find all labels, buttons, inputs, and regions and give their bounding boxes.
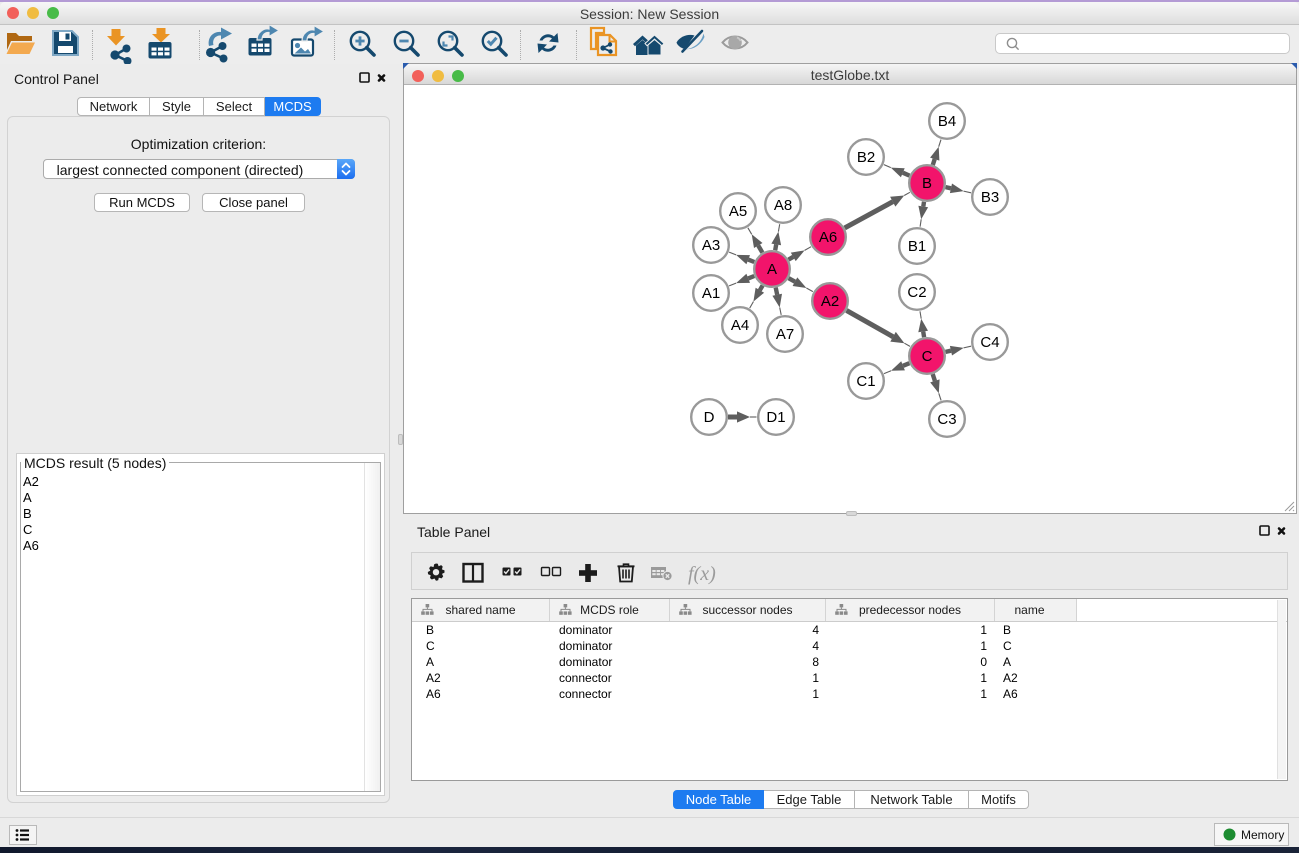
svg-text:B2: B2 — [857, 149, 875, 166]
svg-text:C1: C1 — [856, 373, 875, 390]
svg-text:A7: A7 — [776, 326, 794, 343]
svg-text:C3: C3 — [937, 411, 956, 428]
svg-text:A: A — [767, 261, 777, 278]
svg-text:f(x): f(x) — [688, 563, 716, 585]
svg-text:C4: C4 — [980, 334, 999, 351]
svg-text:A3: A3 — [702, 237, 720, 254]
svg-text:B4: B4 — [938, 113, 956, 130]
svg-text:C2: C2 — [907, 284, 926, 301]
svg-text:C: C — [922, 348, 933, 365]
svg-text:B: B — [922, 175, 932, 192]
svg-text:A6: A6 — [819, 229, 837, 246]
svg-text:B1: B1 — [908, 238, 926, 255]
svg-text:D1: D1 — [766, 409, 785, 426]
svg-text:A8: A8 — [774, 197, 792, 214]
svg-text:B3: B3 — [981, 189, 999, 206]
svg-text:A4: A4 — [731, 317, 749, 334]
svg-text:A2: A2 — [821, 293, 839, 310]
svg-text:A1: A1 — [702, 285, 720, 302]
svg-text:D: D — [704, 409, 715, 426]
svg-text:A5: A5 — [729, 203, 747, 220]
